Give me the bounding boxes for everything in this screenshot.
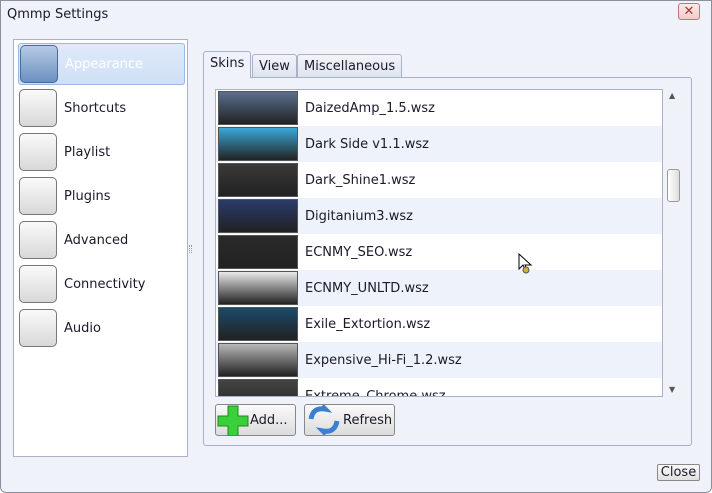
skin-preview-thumbnail xyxy=(218,163,298,197)
skin-preview-thumbnail xyxy=(218,379,298,396)
skin-name: Dark_Shine1.wsz xyxy=(305,172,416,188)
skin-preview-thumbnail xyxy=(218,91,298,125)
window-title: Qmmp Settings xyxy=(7,7,109,22)
sidebar-item-advanced[interactable]: Advanced xyxy=(18,219,185,261)
skin-preview-thumbnail xyxy=(218,307,298,341)
refresh-icon xyxy=(308,405,340,435)
plus-icon xyxy=(217,405,249,436)
skin-name: Extreme_Chrome.wsz xyxy=(305,388,446,397)
skin-name: ECNMY_SEO.wsz xyxy=(305,244,413,260)
sidebar-item-audio[interactable]: Audio xyxy=(18,307,185,349)
vertical-scrollbar[interactable]: ▲ ▼ xyxy=(665,89,682,397)
skin-row[interactable]: Extreme_Chrome.wsz xyxy=(216,378,662,397)
add-skin-button[interactable]: Add... xyxy=(215,404,296,436)
skin-row[interactable]: Expensive_Hi-Fi_1.2.wsz xyxy=(216,342,662,378)
skin-row[interactable]: ECNMY_UNLTD.wsz xyxy=(216,270,662,306)
tab-skins[interactable]: Skins xyxy=(203,51,252,78)
audio-icon xyxy=(19,309,57,347)
sidebar-item-shortcuts[interactable]: Shortcuts xyxy=(18,87,185,129)
skin-row[interactable]: Dark_Shine1.wsz xyxy=(216,162,662,198)
skin-preview-thumbnail xyxy=(218,235,298,269)
skin-preview-thumbnail xyxy=(218,199,298,233)
advanced-icon xyxy=(19,221,57,259)
sidebar-item-label: Shortcuts xyxy=(64,100,127,116)
appearance-icon xyxy=(20,45,58,83)
connectivity-icon xyxy=(19,265,57,303)
plugins-icon xyxy=(19,177,57,215)
add-label: Add... xyxy=(250,412,288,428)
skin-name: Exile_Extortion.wsz xyxy=(305,316,431,332)
tab-miscellaneous[interactable]: Miscellaneous xyxy=(297,54,403,78)
skin-name: DaizedAmp_1.5.wsz xyxy=(305,100,436,116)
sidebar-item-label: Plugins xyxy=(64,188,111,204)
sidebar-item-label: Connectivity xyxy=(64,276,146,292)
skin-row[interactable]: Exile_Extortion.wsz xyxy=(216,306,662,342)
sidebar-item-label: Advanced xyxy=(64,232,129,248)
scroll-down-arrow[interactable]: ▼ xyxy=(669,385,675,394)
skin-row[interactable]: DaizedAmp_1.5.wsz xyxy=(216,90,662,126)
window-close-button[interactable]: ✕ xyxy=(678,3,700,20)
skin-preview-thumbnail xyxy=(218,271,298,305)
settings-window: Qmmp Settings ✕ Appearance Shortcuts Pla… xyxy=(0,0,712,493)
splitter-handle[interactable] xyxy=(189,245,192,253)
category-list: Appearance Shortcuts Playlist Plugins Ad… xyxy=(13,39,188,457)
skin-row[interactable]: Digitanium3.wsz xyxy=(216,198,662,234)
tab-view[interactable]: View xyxy=(252,54,297,78)
scroll-up-arrow[interactable]: ▲ xyxy=(669,91,675,100)
sidebar-item-label: Appearance xyxy=(65,56,144,72)
skin-name: Expensive_Hi-Fi_1.2.wsz xyxy=(305,352,462,368)
mouse-cursor-icon xyxy=(518,253,533,274)
refresh-label: Refresh xyxy=(343,412,393,428)
sidebar-item-plugins[interactable]: Plugins xyxy=(18,175,185,217)
skin-name: Dark Side v1.1.wsz xyxy=(305,136,429,152)
skin-row[interactable]: ECNMY_SEO.wsz xyxy=(216,234,662,270)
sidebar-item-label: Playlist xyxy=(64,144,111,160)
sidebar-item-playlist[interactable]: Playlist xyxy=(18,131,185,173)
skin-row[interactable]: Dark Side v1.1.wsz xyxy=(216,126,662,162)
skin-list: DaizedAmp_1.5.wsz Dark Side v1.1.wsz Dark_… xyxy=(215,89,663,397)
skin-preview-thumbnail xyxy=(218,343,298,377)
playlist-icon xyxy=(19,133,57,171)
sidebar-item-connectivity[interactable]: Connectivity xyxy=(18,263,185,305)
sidebar-item-label: Audio xyxy=(64,320,101,336)
skin-name: ECNMY_UNLTD.wsz xyxy=(305,280,429,296)
sidebar-item-appearance[interactable]: Appearance xyxy=(18,43,185,85)
skin-name: Digitanium3.wsz xyxy=(305,208,413,224)
close-button[interactable]: Close xyxy=(657,464,700,481)
scroll-handle[interactable] xyxy=(667,169,680,202)
skin-preview-thumbnail xyxy=(218,127,298,161)
shortcuts-icon xyxy=(19,89,57,127)
refresh-button[interactable]: Refresh xyxy=(304,404,395,436)
